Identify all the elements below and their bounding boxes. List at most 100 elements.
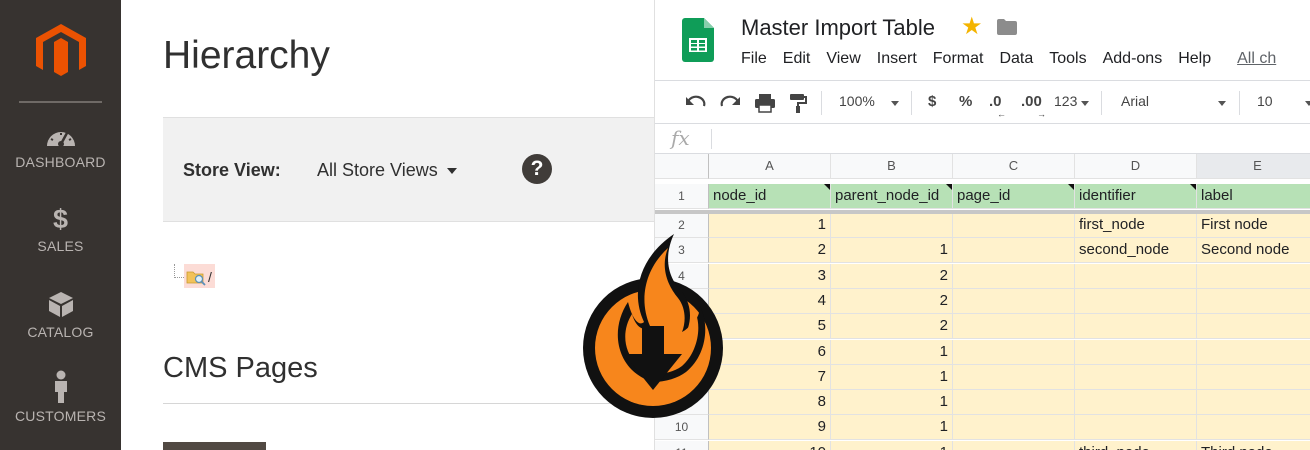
chevron-down-icon[interactable]: [1218, 101, 1226, 106]
undo-icon[interactable]: [685, 94, 707, 112]
note-marker: [1190, 184, 1196, 190]
table-cell[interactable]: [1197, 415, 1310, 441]
header-cell[interactable]: label: [1197, 184, 1310, 209]
store-view-select[interactable]: All Store Views: [317, 160, 438, 181]
select-all-corner[interactable]: [655, 154, 709, 179]
menu-format[interactable]: Format: [933, 50, 984, 68]
table-cell[interactable]: First node: [1197, 213, 1310, 238]
menu-tools[interactable]: Tools: [1049, 50, 1086, 68]
header-cell[interactable]: parent_node_id: [831, 184, 953, 209]
column-header[interactable]: D: [1075, 154, 1197, 179]
zoom-select[interactable]: 100%: [839, 93, 875, 109]
table-cell[interactable]: [953, 263, 1075, 289]
magento-logo-icon[interactable]: [36, 24, 86, 80]
table-cell[interactable]: [953, 213, 1075, 238]
folder-icon[interactable]: [997, 19, 1017, 35]
note-marker: [824, 184, 830, 190]
table-cell[interactable]: 2: [831, 288, 953, 314]
table-cell[interactable]: [953, 415, 1075, 441]
gauge-icon: [46, 132, 75, 147]
column-header[interactable]: C: [953, 154, 1075, 179]
table-cell[interactable]: [953, 390, 1075, 416]
all-changes-link[interactable]: All ch: [1237, 50, 1276, 68]
header-cell[interactable]: page_id: [953, 184, 1075, 209]
table-cell[interactable]: first_node: [1075, 213, 1197, 238]
percent-format-button[interactable]: %: [959, 93, 972, 110]
increase-decimal-button[interactable]: .00: [1021, 93, 1042, 110]
table-cell[interactable]: 10: [709, 440, 831, 450]
table-cell[interactable]: 2: [831, 263, 953, 289]
table-cell[interactable]: second_node: [1075, 238, 1197, 264]
table-cell[interactable]: [953, 339, 1075, 365]
header-text: node_id: [713, 187, 767, 204]
sidebar-item-catalog[interactable]: CATALOG: [0, 290, 121, 340]
table-cell[interactable]: [953, 288, 1075, 314]
table-cell[interactable]: 2: [831, 314, 953, 340]
menu-data[interactable]: Data: [999, 50, 1033, 68]
add-page-button[interactable]: [163, 442, 266, 450]
table-cell[interactable]: [1197, 263, 1310, 289]
print-icon[interactable]: [754, 93, 776, 113]
table-cell[interactable]: [953, 314, 1075, 340]
chevron-down-icon[interactable]: [1081, 101, 1089, 106]
tree-node-root[interactable]: /: [184, 264, 215, 288]
menu-file[interactable]: File: [741, 50, 767, 68]
chevron-down-icon[interactable]: [891, 101, 899, 106]
table-cell[interactable]: [1197, 390, 1310, 416]
menu-addons[interactable]: Add-ons: [1103, 50, 1163, 68]
table-cell[interactable]: [1197, 364, 1310, 390]
table-cell[interactable]: [1075, 288, 1197, 314]
table-cell[interactable]: [831, 213, 953, 238]
sidebar-item-dashboard[interactable]: DASHBOARD: [0, 124, 121, 170]
table-cell[interactable]: [1075, 314, 1197, 340]
star-icon[interactable]: ★: [961, 12, 983, 41]
row-header[interactable]: 1: [655, 184, 709, 209]
table-cell[interactable]: [1075, 339, 1197, 365]
chevron-down-icon[interactable]: [447, 168, 457, 174]
table-cell[interactable]: [1075, 263, 1197, 289]
table-cell[interactable]: 1: [831, 238, 953, 264]
font-size-select[interactable]: 10: [1257, 93, 1273, 109]
table-cell[interactable]: [1197, 288, 1310, 314]
menu-view[interactable]: View: [826, 50, 860, 68]
header-cell[interactable]: identifier: [1075, 184, 1197, 209]
column-header[interactable]: A: [709, 154, 831, 179]
table-cell[interactable]: third_node: [1075, 440, 1197, 450]
table-cell[interactable]: [953, 238, 1075, 264]
table-cell[interactable]: [953, 364, 1075, 390]
document-title[interactable]: Master Import Table: [741, 15, 935, 41]
table-cell[interactable]: [953, 440, 1075, 450]
menu-insert[interactable]: Insert: [877, 50, 917, 68]
table-cell[interactable]: [1197, 314, 1310, 340]
table-cell[interactable]: 1: [831, 390, 953, 416]
table-cell[interactable]: [1075, 364, 1197, 390]
redo-icon[interactable]: [719, 94, 741, 112]
font-select[interactable]: Arial: [1121, 93, 1149, 109]
more-formats-button[interactable]: 123: [1054, 93, 1077, 109]
sidebar-divider: [19, 101, 102, 103]
help-icon[interactable]: ?: [522, 154, 552, 184]
table-cell[interactable]: Second node: [1197, 238, 1310, 264]
table-cell[interactable]: [1075, 390, 1197, 416]
column-header[interactable]: E: [1197, 154, 1310, 179]
table-cell[interactable]: Third node: [1197, 440, 1310, 450]
column-header[interactable]: B: [831, 154, 953, 179]
table-cell[interactable]: 1: [831, 415, 953, 441]
paint-format-icon[interactable]: [788, 93, 808, 113]
sidebar-item-customers[interactable]: CUSTOMERS: [0, 370, 121, 424]
freeze-divider[interactable]: [655, 210, 1310, 214]
sidebar-item-sales[interactable]: $ SALES: [0, 204, 121, 254]
chevron-down-icon[interactable]: [1305, 101, 1310, 106]
table-cell[interactable]: 1: [831, 364, 953, 390]
header-cell[interactable]: node_id: [709, 184, 831, 209]
table-cell[interactable]: 1: [831, 440, 953, 450]
currency-format-button[interactable]: $: [928, 93, 936, 110]
row-header[interactable]: 11: [655, 440, 709, 450]
decrease-decimal-button[interactable]: .0: [989, 93, 1002, 110]
menu-edit[interactable]: Edit: [783, 50, 811, 68]
table-cell[interactable]: [1197, 339, 1310, 365]
table-cell[interactable]: [1075, 415, 1197, 441]
table-cell[interactable]: 1: [831, 339, 953, 365]
menu-help[interactable]: Help: [1178, 50, 1211, 68]
google-sheets-logo-icon[interactable]: [682, 18, 714, 62]
